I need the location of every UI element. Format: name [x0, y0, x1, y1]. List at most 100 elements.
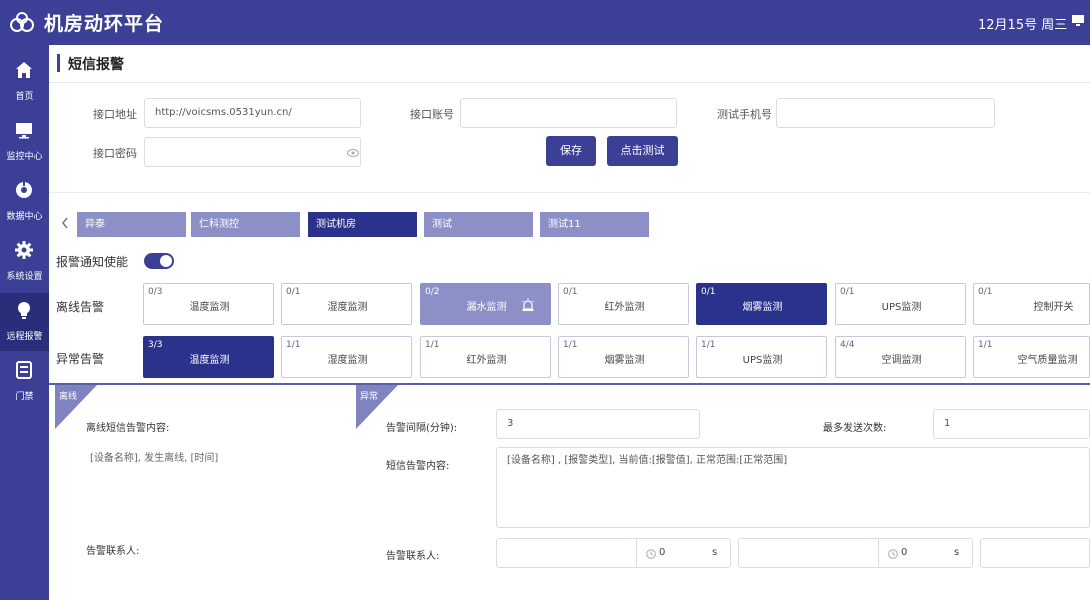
api-password-input[interactable]	[144, 137, 361, 167]
test-phone-input[interactable]	[776, 98, 995, 128]
data-icon	[16, 181, 32, 198]
api-address-input[interactable]: http://voicsms.0531yun.cn/	[144, 98, 361, 128]
sidebar-item-home[interactable]: 首页	[0, 53, 49, 111]
card-name: 红外监测	[604, 302, 645, 313]
top-bar: 机房动环平台 12月15号 周三	[0, 0, 1090, 45]
monitor-icon	[16, 123, 32, 139]
room-tab[interactable]: 测试11	[540, 212, 649, 237]
save-button[interactable]: 保存	[546, 136, 596, 166]
logo-icon	[10, 12, 34, 32]
room-tab[interactable]: 异泰	[77, 212, 186, 237]
card-name: 烟雾监测	[742, 302, 783, 313]
test-phone-label: 测试手机号	[717, 108, 772, 121]
card-name: 烟雾监测	[604, 355, 645, 366]
chevron-left-icon[interactable]	[61, 217, 69, 229]
sidebar-item-label: 门禁	[15, 392, 34, 402]
offline-content-label: 离线短信告警内容:	[86, 423, 170, 434]
offline-alarm-label: 离线告警	[56, 300, 105, 314]
abnormal-card-ups[interactable]: 1/1 UPS监测	[696, 336, 827, 378]
api-account-label: 接口账号	[410, 108, 454, 121]
abnormal-alarm-label: 异常告警	[56, 352, 105, 366]
alarm-enable-toggle[interactable]	[144, 253, 174, 269]
max-send-input[interactable]: 1	[933, 409, 1090, 439]
sms-content-textarea[interactable]: [设备名称] , [报警类型], 当前值:[报警值], 正常范围:[正常范围]	[496, 447, 1090, 528]
card-name: 湿度监测	[327, 302, 368, 313]
offline-content-text[interactable]: [设备名称], 发生离线, [时间]	[90, 449, 218, 464]
api-account-input[interactable]	[460, 98, 677, 128]
room-tab[interactable]: 仁科测控	[191, 212, 300, 237]
card-count: 1/1	[286, 340, 301, 350]
sidebar-item-label: 监控中心	[6, 152, 43, 162]
abnormal-card-smoke[interactable]: 1/1 烟雾监测	[558, 336, 689, 378]
date-display: 12月15号 周三	[978, 18, 1068, 33]
sms-content-label: 短信告警内容:	[386, 461, 450, 472]
tag-text: 离线	[59, 392, 78, 402]
page-header: 短信报警	[49, 45, 1090, 83]
offline-card-smoke[interactable]: 0/1 烟雾监测	[696, 283, 827, 325]
room-tab-active[interactable]: 测试机房	[308, 212, 417, 237]
card-count: 1/1	[425, 340, 440, 350]
delay-value: 0	[659, 547, 666, 558]
clock-icon	[888, 549, 898, 559]
app-title: 机房动环平台	[44, 13, 165, 35]
card-name: 控制开关	[1033, 302, 1074, 313]
offline-contact-label: 告警联系人:	[86, 546, 140, 557]
toggle-knob	[160, 255, 172, 267]
abnormal-card-infrared[interactable]: 1/1 红外监测	[420, 336, 551, 378]
card-count: 0/2	[425, 287, 440, 297]
offline-card-switch[interactable]: 0/1 控制开关	[973, 283, 1090, 325]
interval-label: 告警间隔(分钟):	[386, 423, 458, 434]
api-password-label: 接口密码	[93, 147, 137, 160]
alarm-icon	[522, 298, 534, 311]
sidebar-item-remote-alarm[interactable]: 远程报警	[0, 293, 49, 351]
abnormal-card-humidity[interactable]: 1/1 湿度监测	[281, 336, 412, 378]
offline-card-ups[interactable]: 0/1 UPS监测	[835, 283, 966, 325]
card-name: 温度监测	[189, 302, 230, 313]
card-name: 湿度监测	[327, 355, 368, 366]
card-count: 0/1	[563, 287, 578, 297]
abnormal-contact-label: 告警联系人:	[386, 551, 440, 562]
contact-field[interactable]: 0 s	[496, 538, 731, 568]
sidebar-item-data[interactable]: 数据中心	[0, 173, 49, 231]
card-name: 温度监测	[189, 355, 230, 366]
card-name: UPS监测	[742, 355, 783, 366]
sidebar-item-monitor[interactable]: 监控中心	[0, 113, 49, 171]
field-divider	[878, 539, 879, 567]
contact-field[interactable]: 0 s	[738, 538, 973, 568]
card-count: 0/1	[840, 287, 855, 297]
contact-field[interactable]	[980, 538, 1090, 568]
api-address-label: 接口地址	[93, 108, 137, 121]
offline-card-humidity[interactable]: 0/1 湿度监测	[281, 283, 412, 325]
interval-input[interactable]: 3	[496, 409, 700, 439]
room-tab[interactable]: 测试	[424, 212, 533, 237]
home-icon	[16, 62, 32, 78]
bulb-icon	[18, 302, 30, 319]
test-button[interactable]: 点击测试	[607, 136, 678, 166]
abnormal-card-ac[interactable]: 4/4 空调监测	[835, 336, 966, 378]
gear-icon	[15, 241, 33, 259]
offline-card-leak[interactable]: 0/2 漏水监测	[420, 283, 551, 325]
tag-text: 异常	[360, 392, 379, 402]
eye-icon[interactable]	[347, 149, 359, 157]
abnormal-card-air-quality[interactable]: 1/1 空气质量监测	[973, 336, 1090, 378]
card-count: 0/1	[701, 287, 716, 297]
screen-icon[interactable]	[1072, 15, 1084, 26]
card-name: 空气质量监测	[1017, 355, 1078, 366]
offline-card-infrared[interactable]: 0/1 红外监测	[558, 283, 689, 325]
card-count: 1/1	[701, 340, 716, 350]
sidebar-item-label: 数据中心	[6, 212, 43, 222]
offline-card-temperature[interactable]: 0/3 温度监测	[143, 283, 274, 325]
card-count: 4/4	[840, 340, 855, 350]
sidebar: 首页 监控中心 数据中心 系统设置 远程报警 门禁	[0, 45, 49, 600]
field-divider	[636, 539, 637, 567]
card-count: 0/1	[286, 287, 301, 297]
card-count: 1/1	[978, 340, 993, 350]
delay-value: 0	[901, 547, 908, 558]
card-count: 1/1	[563, 340, 578, 350]
divider	[49, 192, 1090, 193]
clock-icon	[646, 549, 656, 559]
sidebar-item-settings[interactable]: 系统设置	[0, 233, 49, 291]
abnormal-card-temperature[interactable]: 3/3 温度监测	[143, 336, 274, 378]
card-name: 红外监测	[466, 355, 507, 366]
sidebar-item-door[interactable]: 门禁	[0, 353, 49, 411]
